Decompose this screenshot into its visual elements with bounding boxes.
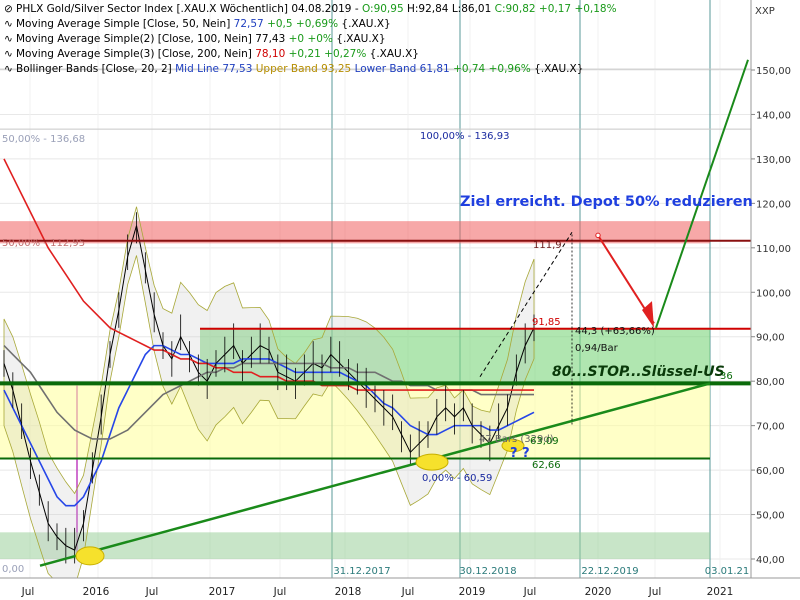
time-axis-bg bbox=[0, 578, 800, 600]
legend-change: +0,17 bbox=[538, 3, 572, 15]
y-tick-label: 110,00 bbox=[756, 244, 791, 255]
legend: ⊘ PHLX Gold/Silver Sector Index [.XAU.X W… bbox=[4, 2, 617, 77]
fib-label-mid: 100,00% - 136,93 bbox=[420, 131, 509, 142]
bollinger-change: +0,74 bbox=[453, 63, 486, 75]
x-tick-label: Jul bbox=[145, 586, 159, 598]
sma50-change: +0,5 bbox=[267, 18, 293, 30]
date-marker-label: 31.12.2017 bbox=[333, 566, 390, 577]
line-icon: ∿ bbox=[4, 63, 13, 75]
sma100-pct: +0% bbox=[307, 33, 333, 45]
bollinger-upper: Upper Band 93,25 bbox=[255, 63, 352, 75]
chart-area: XXP 40,00 50,00 60,00 70,00 80,00 90,00 100,00 1… bbox=[0, 0, 800, 600]
highlight-low-2016 bbox=[75, 546, 105, 566]
y-tick-label: 40,00 bbox=[756, 555, 785, 566]
sma50-pct: +0,69% bbox=[295, 18, 339, 30]
stop-annotation: 80...STOP...Slüssel-US bbox=[552, 364, 725, 380]
y-tick-label: 120,00 bbox=[756, 199, 791, 210]
date-marker-label: 03.01.21 bbox=[705, 566, 750, 577]
level-92-label: 91,85 bbox=[532, 317, 561, 328]
bollinger-name: Bollinger Bands [Close, 20, 2] bbox=[16, 63, 172, 75]
y-tick-label: 150,00 bbox=[756, 66, 791, 77]
legend-row-bollinger: ∿ Bollinger Bands [Close, 20, 2] Mid Line… bbox=[4, 62, 617, 77]
y-tick-label: 130,00 bbox=[756, 155, 791, 166]
sma100-name: Moving Average Simple(2) [Close, 100, Ne… bbox=[16, 33, 252, 45]
legend-open: O:90,95 bbox=[361, 3, 404, 15]
y-tick-label: 90,00 bbox=[756, 333, 785, 344]
y-tick-label: 70,00 bbox=[756, 422, 785, 433]
line-icon: ∿ bbox=[4, 48, 13, 60]
sma50-name: Moving Average Simple [Close, 50, Nein] bbox=[16, 18, 231, 30]
bollinger-lower: Lower Band 61,81 bbox=[354, 63, 450, 75]
level-111-label: 111,9 bbox=[533, 240, 562, 251]
y-tick-label: 140,00 bbox=[756, 110, 791, 121]
x-tick-label: Jul bbox=[401, 586, 415, 598]
x-tick-label: 2016 bbox=[83, 586, 110, 598]
y-tick-label: 80,00 bbox=[756, 377, 785, 388]
x-tick-label: Jul bbox=[21, 586, 35, 598]
x-tick-label: 2017 bbox=[209, 586, 236, 598]
x-tick-label: 2019 bbox=[459, 586, 486, 598]
bar-chart-icon: ⊘ bbox=[4, 3, 13, 15]
value-80-label: 36 bbox=[720, 371, 733, 382]
legend-row-sma200: ∿ Moving Average Simple(3) [Close, 200, N… bbox=[4, 47, 617, 62]
legend-row-sma100: ∿ Moving Average Simple(2) [Close, 100, N… bbox=[4, 32, 617, 47]
bollinger-pct: +0,96% bbox=[488, 63, 531, 75]
bollinger-mid: Mid Line 77,53 bbox=[175, 63, 253, 75]
sma100-symbol: {.XAU.X} bbox=[336, 33, 386, 45]
chart-svg: XXP 40,00 50,00 60,00 70,00 80,00 90,00 100,00 1… bbox=[0, 0, 800, 600]
line-icon: ∿ bbox=[4, 33, 13, 45]
x-tick-label: Jul bbox=[273, 586, 287, 598]
line-icon: ∿ bbox=[4, 18, 13, 30]
sma200-pct: +0,27% bbox=[324, 48, 367, 60]
price-axis: XXP 40,00 50,00 60,00 70,00 80,00 90,00 100,00 1… bbox=[750, 0, 800, 578]
legend-high: H:92,84 bbox=[406, 3, 449, 15]
x-tick-label: 2021 bbox=[707, 586, 734, 598]
fib-label-left: 50,00% - 136,68 bbox=[2, 134, 85, 145]
legend-low: L:86,01 bbox=[451, 3, 492, 15]
legend-price-title: PHLX Gold/Silver Sector Index [.XAU.X Wö… bbox=[16, 3, 362, 15]
question-marks: ? ? bbox=[510, 446, 530, 461]
highlight-low-2018 bbox=[415, 453, 449, 471]
x-tick-label: 2020 bbox=[585, 586, 612, 598]
date-marker-label: 22.12.2019 bbox=[581, 566, 638, 577]
sma200-symbol: {.XAU.X} bbox=[369, 48, 419, 60]
sma50-value: 72,57 bbox=[233, 18, 264, 30]
sma200-name: Moving Average Simple(3) [Close, 200, Ne… bbox=[16, 48, 252, 60]
sma50-symbol: {.XAU.X} bbox=[341, 18, 391, 30]
axis-title: XXP bbox=[755, 6, 775, 17]
y-tick-label: 100,00 bbox=[756, 288, 791, 299]
x-tick-label: 2018 bbox=[335, 586, 362, 598]
value-62-label: 62,66 bbox=[532, 460, 561, 471]
legend-row-price: ⊘ PHLX Gold/Silver Sector Index [.XAU.X W… bbox=[4, 2, 617, 17]
legend-row-sma50: ∿ Moving Average Simple [Close, 50, Nein]… bbox=[4, 17, 617, 32]
value-63-label: 63,09 bbox=[530, 436, 559, 447]
legend-pct: +0,18% bbox=[574, 3, 617, 15]
red-arrow-origin bbox=[595, 232, 601, 239]
goal-annotation: Ziel erreicht. Depot 50% reduzieren bbox=[460, 194, 753, 210]
sma100-change: +0 bbox=[288, 33, 305, 45]
projection-label: 44,3 (+63,66%) bbox=[575, 326, 655, 337]
y-tick-label: 50,00 bbox=[756, 511, 785, 522]
x-tick-label: Jul bbox=[648, 586, 662, 598]
sma100-value: 77,43 bbox=[255, 33, 286, 45]
left-low-label: 0,00 bbox=[2, 564, 24, 575]
y-tick-label: 60,00 bbox=[756, 466, 785, 477]
date-marker-label: 30.12.2018 bbox=[459, 566, 516, 577]
fib-label-mid-left: 50,00% - 112,95 bbox=[2, 238, 85, 249]
per-bar-label: 0,94/Bar bbox=[575, 343, 619, 354]
sma200-value: 78,10 bbox=[255, 48, 286, 60]
sma200-change: +0,21 bbox=[288, 48, 321, 60]
x-tick-label: Jul bbox=[523, 586, 537, 598]
bollinger-symbol: {.XAU.X} bbox=[534, 63, 584, 75]
fib-label-low: 0,00% - 60,59 bbox=[422, 473, 492, 484]
support-zone bbox=[0, 532, 710, 559]
legend-close: C:90,82 bbox=[494, 3, 536, 15]
